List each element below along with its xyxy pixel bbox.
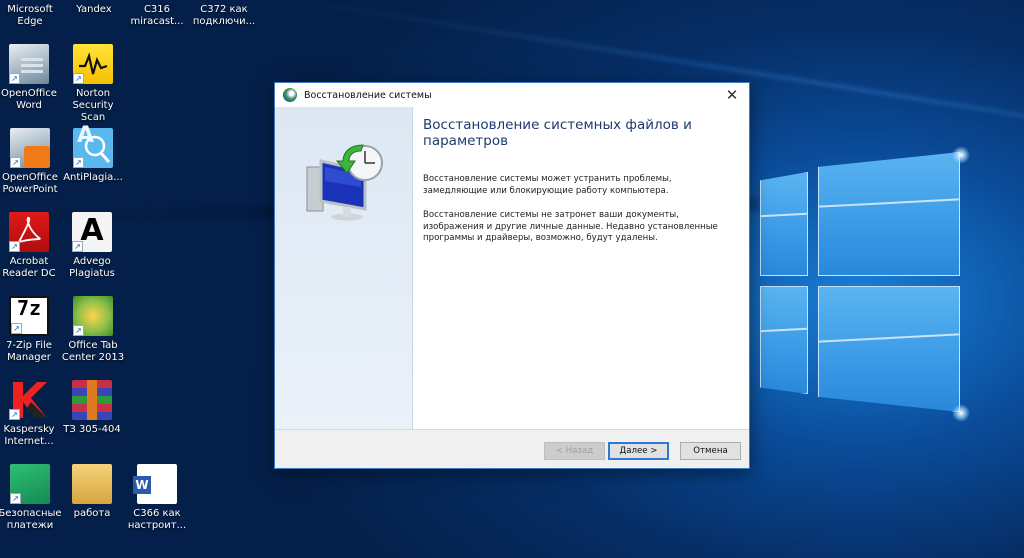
desktop-icon-label: Yandex xyxy=(76,4,112,15)
desktop-icon-label: С316 miracast... xyxy=(130,4,184,27)
shortcut-arrow-icon: ↗ xyxy=(9,409,20,420)
dialog-footer: < Назад Далее > Отмена xyxy=(275,429,749,468)
desktop-icon-label: С372 как подключи... xyxy=(192,4,256,27)
desktop-icon-openoffice-word[interactable]: ↗ OpenOffice Word xyxy=(0,44,61,112)
windows-logo-wallpaper xyxy=(740,100,1024,450)
logo-glow xyxy=(952,146,970,164)
description-paragraph: Восстановление системы может устранить п… xyxy=(423,174,672,196)
desktop-icon-label: Advego Plagiatus xyxy=(69,256,115,279)
desktop-icon-antiplagiat[interactable]: A ↗ AntiPlagia... xyxy=(60,125,126,184)
cancel-button[interactable]: Отмена xyxy=(680,442,741,460)
desktop-icon-yandex[interactable]: Yandex xyxy=(62,0,126,16)
acrobat-icon: ↗ xyxy=(9,212,49,252)
logo-pane-top-right xyxy=(818,152,960,276)
office-tab-icon: ↗ xyxy=(73,296,113,336)
shortcut-arrow-icon: ↗ xyxy=(73,73,84,84)
desktop-icon-acrobat[interactable]: ↗ Acrobat Reader DC xyxy=(0,212,61,280)
shortcut-arrow-icon: ↗ xyxy=(10,493,21,504)
desktop-icon-c366[interactable]: С366 как настроит... xyxy=(124,464,190,532)
desktop-icon-label: Acrobat Reader DC xyxy=(2,256,56,279)
dialog-body: Восстановление системных файлов и параме… xyxy=(275,107,749,431)
7z-glyph: 7z xyxy=(16,296,42,320)
desktop-icon-7zip[interactable]: 7z ↗ 7-Zip File Manager xyxy=(0,296,61,364)
desktop-icon-label: OpenOffice PowerPoint xyxy=(2,172,58,195)
desktop-icon-openoffice-powerpoint[interactable]: ↗ OpenOffice PowerPoint xyxy=(0,128,63,196)
winrar-archive-icon xyxy=(72,380,112,420)
desktop-icon-tz-archive[interactable]: ТЗ 305-404 xyxy=(60,380,124,436)
desktop-icon-label: Microsoft Edge xyxy=(7,4,53,27)
folder-icon xyxy=(72,464,112,504)
dialog-titlebar[interactable]: Восстановление системы ✕ xyxy=(275,83,749,107)
desktop-icon-c372[interactable]: С372 как подключи... xyxy=(188,0,260,28)
advego-icon: A ↗ xyxy=(72,212,112,252)
system-restore-icon xyxy=(283,88,297,102)
shortcut-arrow-icon: ↗ xyxy=(73,325,84,336)
norton-icon: ↗ xyxy=(73,44,113,84)
shortcut-arrow-icon: ↗ xyxy=(72,241,83,252)
logo-pane-bottom-right xyxy=(818,286,960,412)
desktop-icon-office-tab[interactable]: ↗ Office Tab Center 2013 xyxy=(60,296,126,364)
desktop-icon-label: Norton Security Scan xyxy=(72,88,114,123)
back-button[interactable]: < Назад xyxy=(544,442,605,460)
logo-glow xyxy=(952,404,970,422)
system-restore-dialog: Восстановление системы ✕ Восстановление … xyxy=(274,82,750,469)
desktop-icon-label: 7-Zip File Manager xyxy=(6,340,52,363)
7zip-icon: 7z ↗ xyxy=(9,296,49,336)
description-paragraph: Восстановление системы не затронет ваши … xyxy=(423,210,718,243)
dialog-content: Восстановление системных файлов и параме… xyxy=(413,107,749,431)
desktop-icon-kaspersky[interactable]: ↗ Kaspersky Internet... xyxy=(0,380,61,448)
shortcut-arrow-icon: ↗ xyxy=(9,241,20,252)
shortcut-arrow-icon: ↗ xyxy=(9,73,20,84)
restore-computer-clock-icon xyxy=(306,144,383,221)
next-button[interactable]: Далее > xyxy=(608,442,669,460)
dialog-heading: Восстановление системных файлов и параме… xyxy=(423,117,692,149)
desktop-icon-norton[interactable]: ↗ Norton Security Scan xyxy=(60,44,126,124)
desktop-icon-c316[interactable]: С316 miracast... xyxy=(125,0,189,28)
openoffice-writer-icon: ↗ xyxy=(9,44,49,84)
desktop-icon-label: Office Tab Center 2013 xyxy=(61,340,125,363)
dialog-title: Восстановление системы xyxy=(304,89,432,101)
desktop-icon-label: Kaspersky Internet... xyxy=(3,424,55,447)
close-icon: ✕ xyxy=(725,86,739,104)
logo-pane-bottom-left xyxy=(760,286,808,394)
desktop-icon-safe-money[interactable]: ↗ Безопасные платежи xyxy=(0,464,63,532)
desktop-icon-label: AntiPlagia... xyxy=(63,172,123,183)
desktop-icon-label: ТЗ 305-404 xyxy=(63,424,121,435)
desktop-icon-advego[interactable]: A ↗ Advego Plagiatus xyxy=(60,212,124,280)
shortcut-arrow-icon: ↗ xyxy=(73,157,84,168)
safe-money-icon: ↗ xyxy=(10,464,50,504)
shortcut-arrow-icon: ↗ xyxy=(10,157,21,168)
word-document-icon xyxy=(133,464,177,504)
desktop-icon-edge[interactable]: Microsoft Edge xyxy=(0,0,62,28)
openoffice-impress-icon: ↗ xyxy=(10,128,50,168)
desktop-icon-label: С366 как настроит... xyxy=(127,508,187,531)
close-button[interactable]: ✕ xyxy=(715,83,749,107)
dialog-side-panel xyxy=(275,107,413,431)
logo-pane-top-left xyxy=(760,172,808,276)
desktop-icon-label: работа xyxy=(73,508,111,519)
antiplagiat-icon: A ↗ xyxy=(73,125,113,168)
desktop-icon-label: Безопасные платежи xyxy=(0,508,62,531)
desktop-icon-rabota-folder[interactable]: работа xyxy=(60,464,124,520)
shortcut-arrow-icon: ↗ xyxy=(11,323,22,334)
desktop-icon-label: OpenOffice Word xyxy=(1,88,57,111)
kaspersky-icon: ↗ xyxy=(9,380,49,420)
